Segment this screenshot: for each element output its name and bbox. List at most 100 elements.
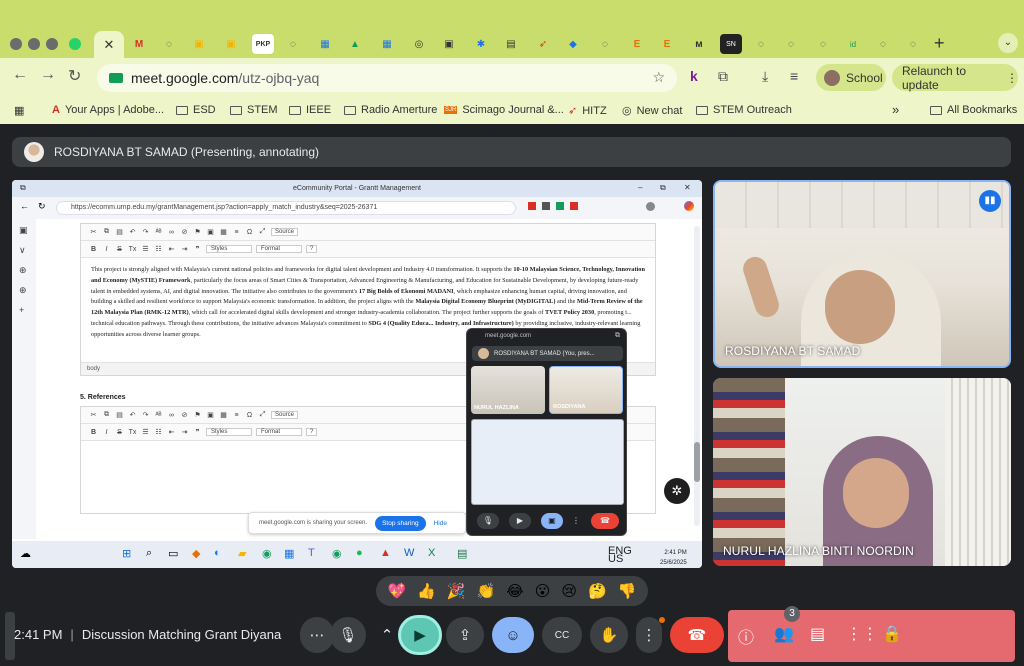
tab-slides-2[interactable]: ▣ <box>220 34 242 54</box>
bullet-list-icon: ☷ <box>155 429 162 436</box>
tab-id[interactable]: id <box>842 34 864 54</box>
tab-blank-6[interactable]: ◌ <box>812 34 834 54</box>
tab-drive[interactable]: ▲ <box>344 34 366 54</box>
help-icon: ? <box>306 428 318 436</box>
reaction-laugh[interactable]: 😂 <box>506 582 524 600</box>
mic-button[interactable]: 🎙 <box>330 617 366 653</box>
mini-url: meet.google.com <box>485 333 532 339</box>
bookmark-esd[interactable]: ESD <box>176 104 216 116</box>
tab-meet-active[interactable]: ✕ <box>94 31 124 58</box>
tab-sn[interactable]: SN <box>720 34 742 54</box>
chrome-icon: ◉ <box>262 548 272 560</box>
captions-button[interactable]: CC <box>542 617 582 653</box>
bookmark-stem[interactable]: STEM <box>230 104 278 116</box>
reactions-button[interactable]: ☺ <box>492 617 534 653</box>
bookmark-adobe[interactable]: A Your Apps | Adobe... <box>52 104 164 116</box>
clear-format-icon: Tx <box>128 245 137 253</box>
tab-layers[interactable]: ◆ <box>562 34 584 54</box>
reaction-surprised[interactable]: 😮 <box>535 582 551 600</box>
extension-k-icon[interactable]: k <box>690 68 698 84</box>
tab-gmail[interactable]: M <box>128 34 150 54</box>
flag-icon: ⚑ <box>194 412 201 419</box>
tab-openai[interactable]: ◎ <box>408 34 430 54</box>
reaction-sad[interactable]: 😢 <box>561 582 577 600</box>
tab-calendar-2[interactable]: ▦ <box>376 34 398 54</box>
forward-icon[interactable]: → <box>40 66 56 84</box>
tab-close-icon[interactable]: ✕ <box>104 37 115 53</box>
tab-gear[interactable]: ✱ <box>470 34 492 54</box>
tab-doc[interactable]: ▤ <box>500 34 522 54</box>
more-options-button[interactable]: ⋮ <box>636 617 662 653</box>
tab-blank-4[interactable]: ◌ <box>750 34 772 54</box>
bookmark-star-icon[interactable]: ☆ <box>652 69 665 86</box>
tab-blank-8[interactable]: ◌ <box>902 34 924 54</box>
table-icon: ▦ <box>220 229 227 236</box>
tab-blank-3[interactable]: ◌ <box>594 34 616 54</box>
tab-e-2[interactable]: E <box>656 34 678 54</box>
tab-search-menu-icon[interactable]: ⌄ <box>998 33 1018 53</box>
apps-grid-icon[interactable]: ▦ <box>14 104 24 117</box>
tab-blank-2[interactable]: ◌ <box>282 34 304 54</box>
profile-button[interactable]: School <box>816 64 886 91</box>
strike-icon: S <box>117 428 122 436</box>
people-icon[interactable]: 👥 <box>774 624 794 644</box>
reaction-party[interactable]: 🎉 <box>447 582 466 600</box>
reaction-clap[interactable]: 👏 <box>477 582 496 600</box>
download-icon[interactable]: ⤓ <box>762 68 768 85</box>
tab-blank-7[interactable]: ◌ <box>872 34 894 54</box>
tab-whatsapp[interactable] <box>64 34 86 54</box>
reload-icon[interactable]: ↻ <box>68 66 81 86</box>
more-audio-options-button[interactable]: ⋯ <box>300 617 334 653</box>
relaunch-label: Relaunch to update <box>902 63 967 92</box>
meeting-details-info-icon[interactable]: ⓘ <box>738 624 754 648</box>
media-control-icon[interactable]: ≡ <box>790 68 798 84</box>
reaction-heart[interactable]: 💖 <box>388 582 407 600</box>
tab-blank-5[interactable]: ◌ <box>780 34 802 54</box>
bookmark-hitz[interactable]: ➶ HITZ <box>568 104 607 118</box>
bookmark-ieee[interactable]: IEEE <box>289 104 331 116</box>
bookmark-stem-outreach[interactable]: STEM Outreach <box>696 104 792 116</box>
tab-red[interactable]: ➶ <box>532 34 554 54</box>
chat-icon[interactable]: ▤ <box>810 624 825 644</box>
bookmark-radio[interactable]: Radio Amerture <box>344 104 437 116</box>
tab-slides[interactable]: ▣ <box>188 34 210 54</box>
bookmarks-overflow[interactable]: » <box>892 102 899 117</box>
tab-calendar[interactable]: ▦ <box>314 34 336 54</box>
all-bookmarks[interactable]: All Bookmarks <box>930 104 1017 116</box>
new-tab-button[interactable]: + <box>934 33 945 54</box>
window-minimize-icon: – <box>638 183 643 192</box>
bookmark-scimago[interactable]: SJR Scimago Journal &... <box>444 104 564 116</box>
folder-icon <box>230 105 242 115</box>
tab-blank[interactable]: ◌ <box>158 34 180 54</box>
cut-icon: ✂ <box>90 412 97 419</box>
shared-back-icon: ← <box>20 201 29 211</box>
camera-button[interactable]: ▶ <box>398 615 442 655</box>
tab-image[interactable]: ▣ <box>438 34 460 54</box>
close-window-dot[interactable] <box>10 38 22 50</box>
activities-grid-icon[interactable]: ⋮⋮ <box>846 624 878 644</box>
extensions-puzzle-icon[interactable]: ⧉ <box>718 68 728 85</box>
relaunch-button[interactable]: Relaunch to update ⋮ <box>892 63 1018 92</box>
leave-call-button[interactable]: ☎ <box>670 617 724 653</box>
table-icon: ▦ <box>220 412 227 419</box>
participant-tile-rosdiyana: ▮▮ ROSDIYANA BT SAMAD <box>713 180 1011 368</box>
tab-m[interactable]: ᴍ <box>688 34 710 54</box>
mini-more-icon: ⋮ <box>572 516 580 525</box>
reaction-thinking[interactable]: 🤔 <box>588 582 607 600</box>
kebab-menu-icon[interactable]: ⋮ <box>1006 71 1018 85</box>
tab-pkp[interactable]: PKP <box>252 34 274 54</box>
reaction-thumbs-down[interactable]: 👎 <box>618 582 637 600</box>
back-icon[interactable]: ← <box>12 66 28 84</box>
minimize-window-dot[interactable] <box>28 38 40 50</box>
reaction-thumbs-up[interactable]: 👍 <box>417 582 436 600</box>
tab-e[interactable]: E <box>626 34 648 54</box>
bookmark-new-chat[interactable]: ◎ New chat <box>622 104 682 118</box>
host-controls-lock-icon[interactable]: 🔒 <box>882 624 902 644</box>
window-tabs-icon: ⧉ <box>20 183 26 192</box>
address-bar[interactable]: meet.google.com/utz-ojbq-yaq ☆ <box>97 64 677 92</box>
participant-face <box>843 458 909 528</box>
present-button[interactable]: ⇪ <box>446 617 484 653</box>
raise-hand-button[interactable]: ✋ <box>590 617 628 653</box>
more-horizontal-icon: ⋯ <box>309 627 325 644</box>
maximize-window-dot[interactable] <box>46 38 58 50</box>
